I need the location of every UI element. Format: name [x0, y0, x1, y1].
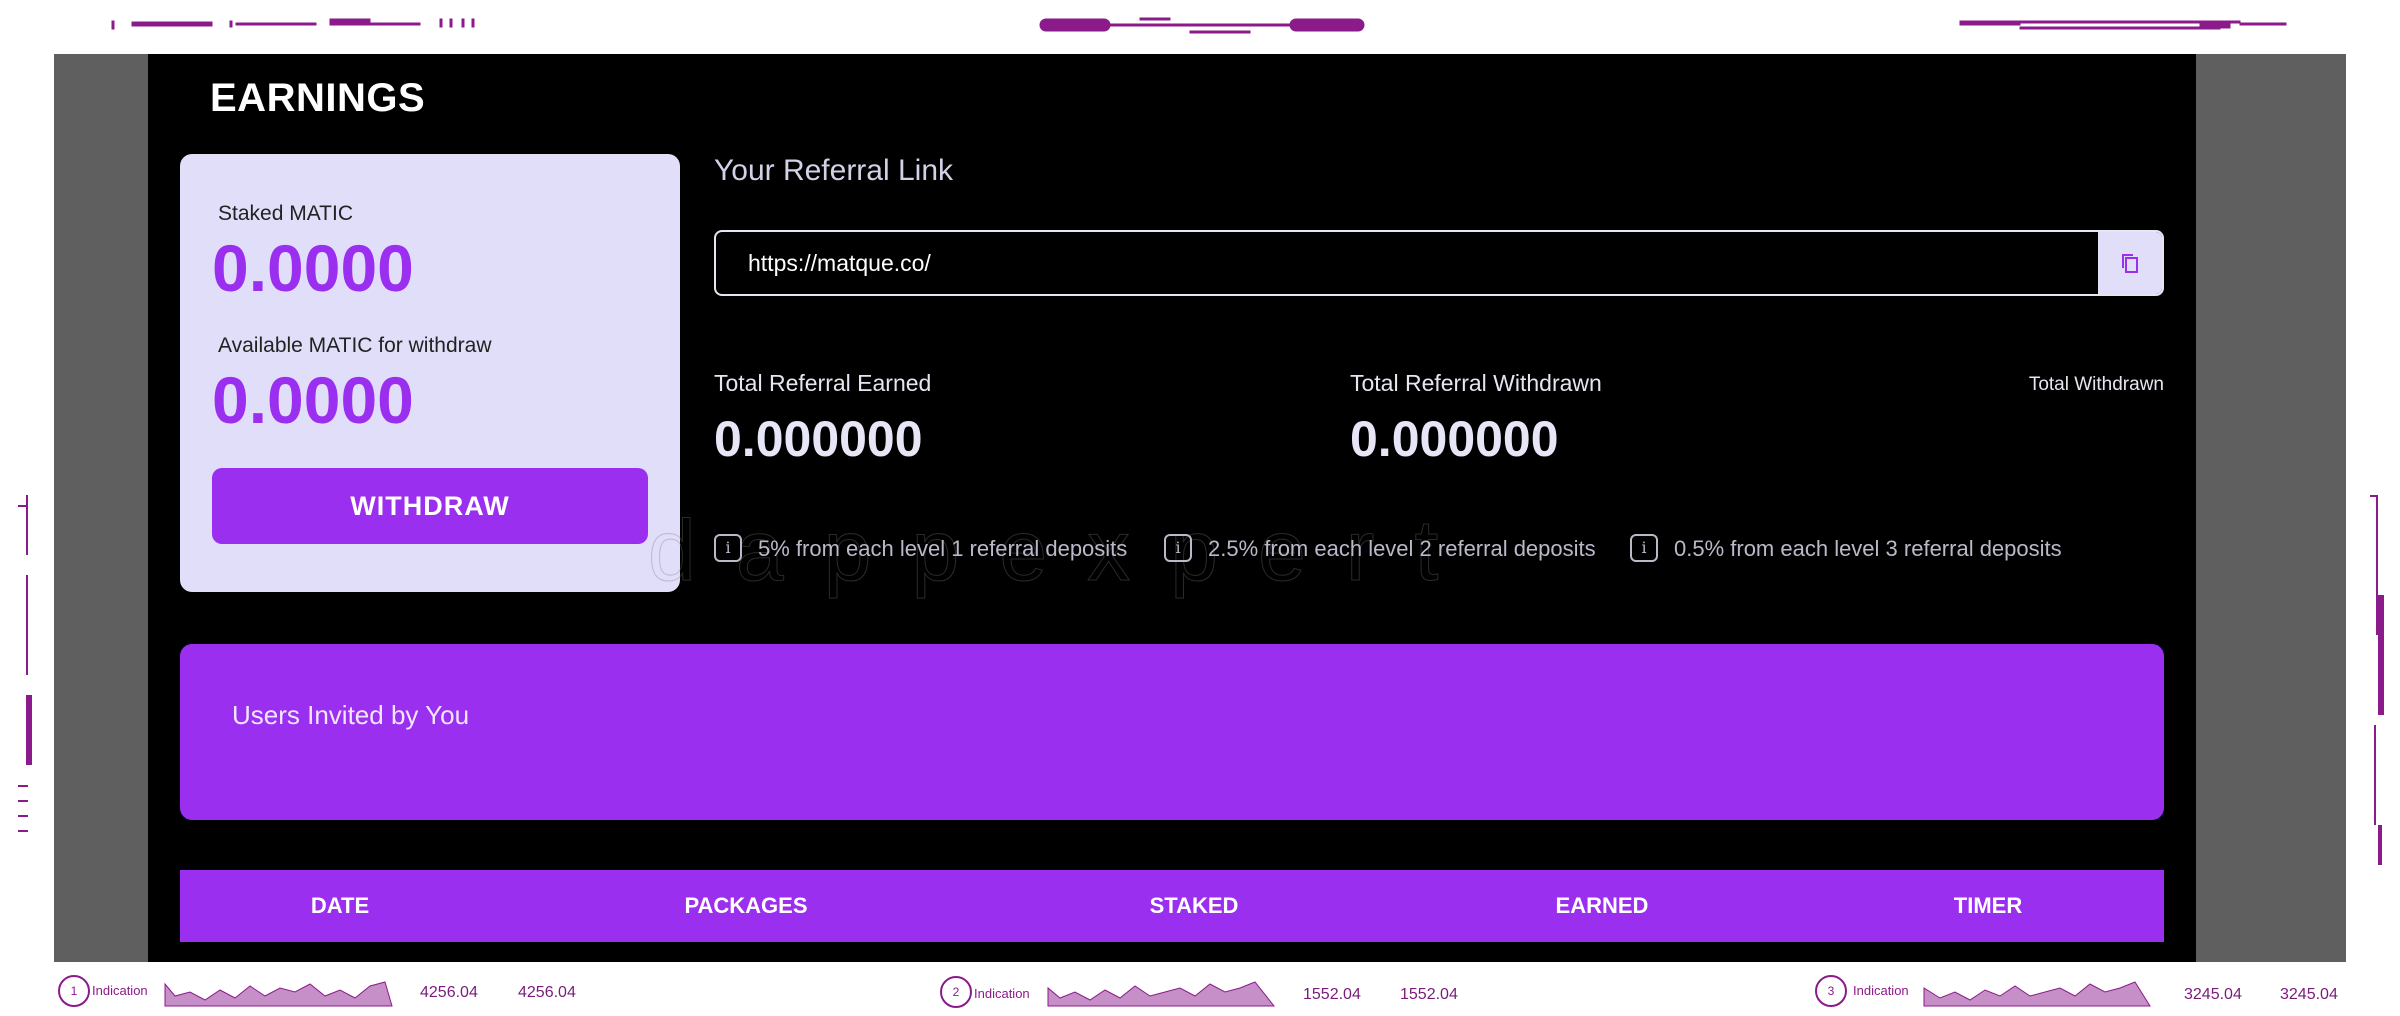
app-content: EARNINGS Staked MATIC 0.0000 Available M… [148, 54, 2196, 962]
column-timer: TIMER [1953, 893, 2023, 918]
referral-link-field [714, 230, 2164, 296]
decorative-right-border [2370, 495, 2384, 865]
copy-icon [2122, 254, 2138, 273]
withdraw-button[interactable]: WITHDRAW [212, 468, 648, 544]
indicator-3-value-b: 3245.04 [2280, 986, 2338, 1003]
total-referral-withdrawn-label: Total Referral Withdrawn [1350, 370, 1602, 396]
column-earned: EARNED [1555, 893, 1649, 918]
column-packages: PACKAGES [684, 893, 808, 918]
stake-card: Staked MATIC 0.0000 Available MATIC for … [180, 154, 680, 592]
copy-button[interactable] [2098, 232, 2162, 294]
indicator-3-label: Indication [1853, 983, 1909, 998]
decorative-bottom-border [164, 981, 2151, 1007]
users-invited-title: Users Invited by You [232, 700, 470, 730]
table-header: DATE PACKAGES STAKED EARNED TIMER [180, 870, 2164, 942]
level-3-info: i 0.5% from each level 3 referral deposit… [1630, 532, 2062, 566]
staked-matic-value: 0.0000 [212, 231, 414, 305]
total-withdrawn-label: Total Withdrawn [2028, 374, 2164, 395]
total-referral-earned-label: Total Referral Earned [714, 370, 932, 396]
users-invited-panel: Users Invited by You [180, 644, 2164, 820]
indicator-2-value-a: 1552.04 [1303, 986, 1361, 1003]
indicator-2-badge: 2 [940, 976, 972, 1008]
level-1-text: 5% from each level 1 referral deposits [758, 536, 1128, 561]
indicator-2-label: Indication [974, 986, 1030, 1001]
total-referral-earned-value: 0.000000 [714, 411, 923, 467]
page-title: EARNINGS [210, 76, 426, 120]
indicator-1-value-b: 4256.04 [518, 984, 576, 1001]
column-date: DATE [310, 893, 370, 918]
indicator-3-badge: 3 [1815, 975, 1847, 1007]
indicator-1-badge: 1 [58, 975, 90, 1007]
level-3-text: 0.5% from each level 3 referral deposits [1674, 536, 2062, 561]
indicator-2-value-b: 1552.04 [1400, 986, 1458, 1003]
referral-link-input[interactable] [716, 232, 2100, 294]
column-staked: STAKED [1149, 893, 1239, 918]
indicator-1-label: Indication [92, 983, 148, 998]
level-2-info: i 2.5% from each level 2 referral deposit… [1164, 532, 1596, 566]
level-2-text: 2.5% from each level 2 referral deposits [1208, 536, 1596, 561]
info-icon: i [1164, 534, 1192, 563]
decorative-left-border [18, 495, 32, 832]
level-1-info: i 5% from each level 1 referral deposits [714, 532, 1127, 566]
total-referral-withdrawn-value: 0.000000 [1350, 411, 1559, 467]
info-icon: i [1630, 534, 1658, 563]
available-matic-value: 0.0000 [212, 363, 414, 437]
indicator-1-value-a: 4256.04 [420, 984, 478, 1001]
referral-link-title: Your Referral Link [714, 154, 954, 187]
info-icon: i [714, 534, 742, 563]
staked-matic-label: Staked MATIC [218, 202, 353, 225]
indicator-3-value-a: 3245.04 [2184, 986, 2242, 1003]
available-matic-label: Available MATIC for withdraw [218, 334, 492, 357]
decorative-top-border [111, 17, 2287, 34]
